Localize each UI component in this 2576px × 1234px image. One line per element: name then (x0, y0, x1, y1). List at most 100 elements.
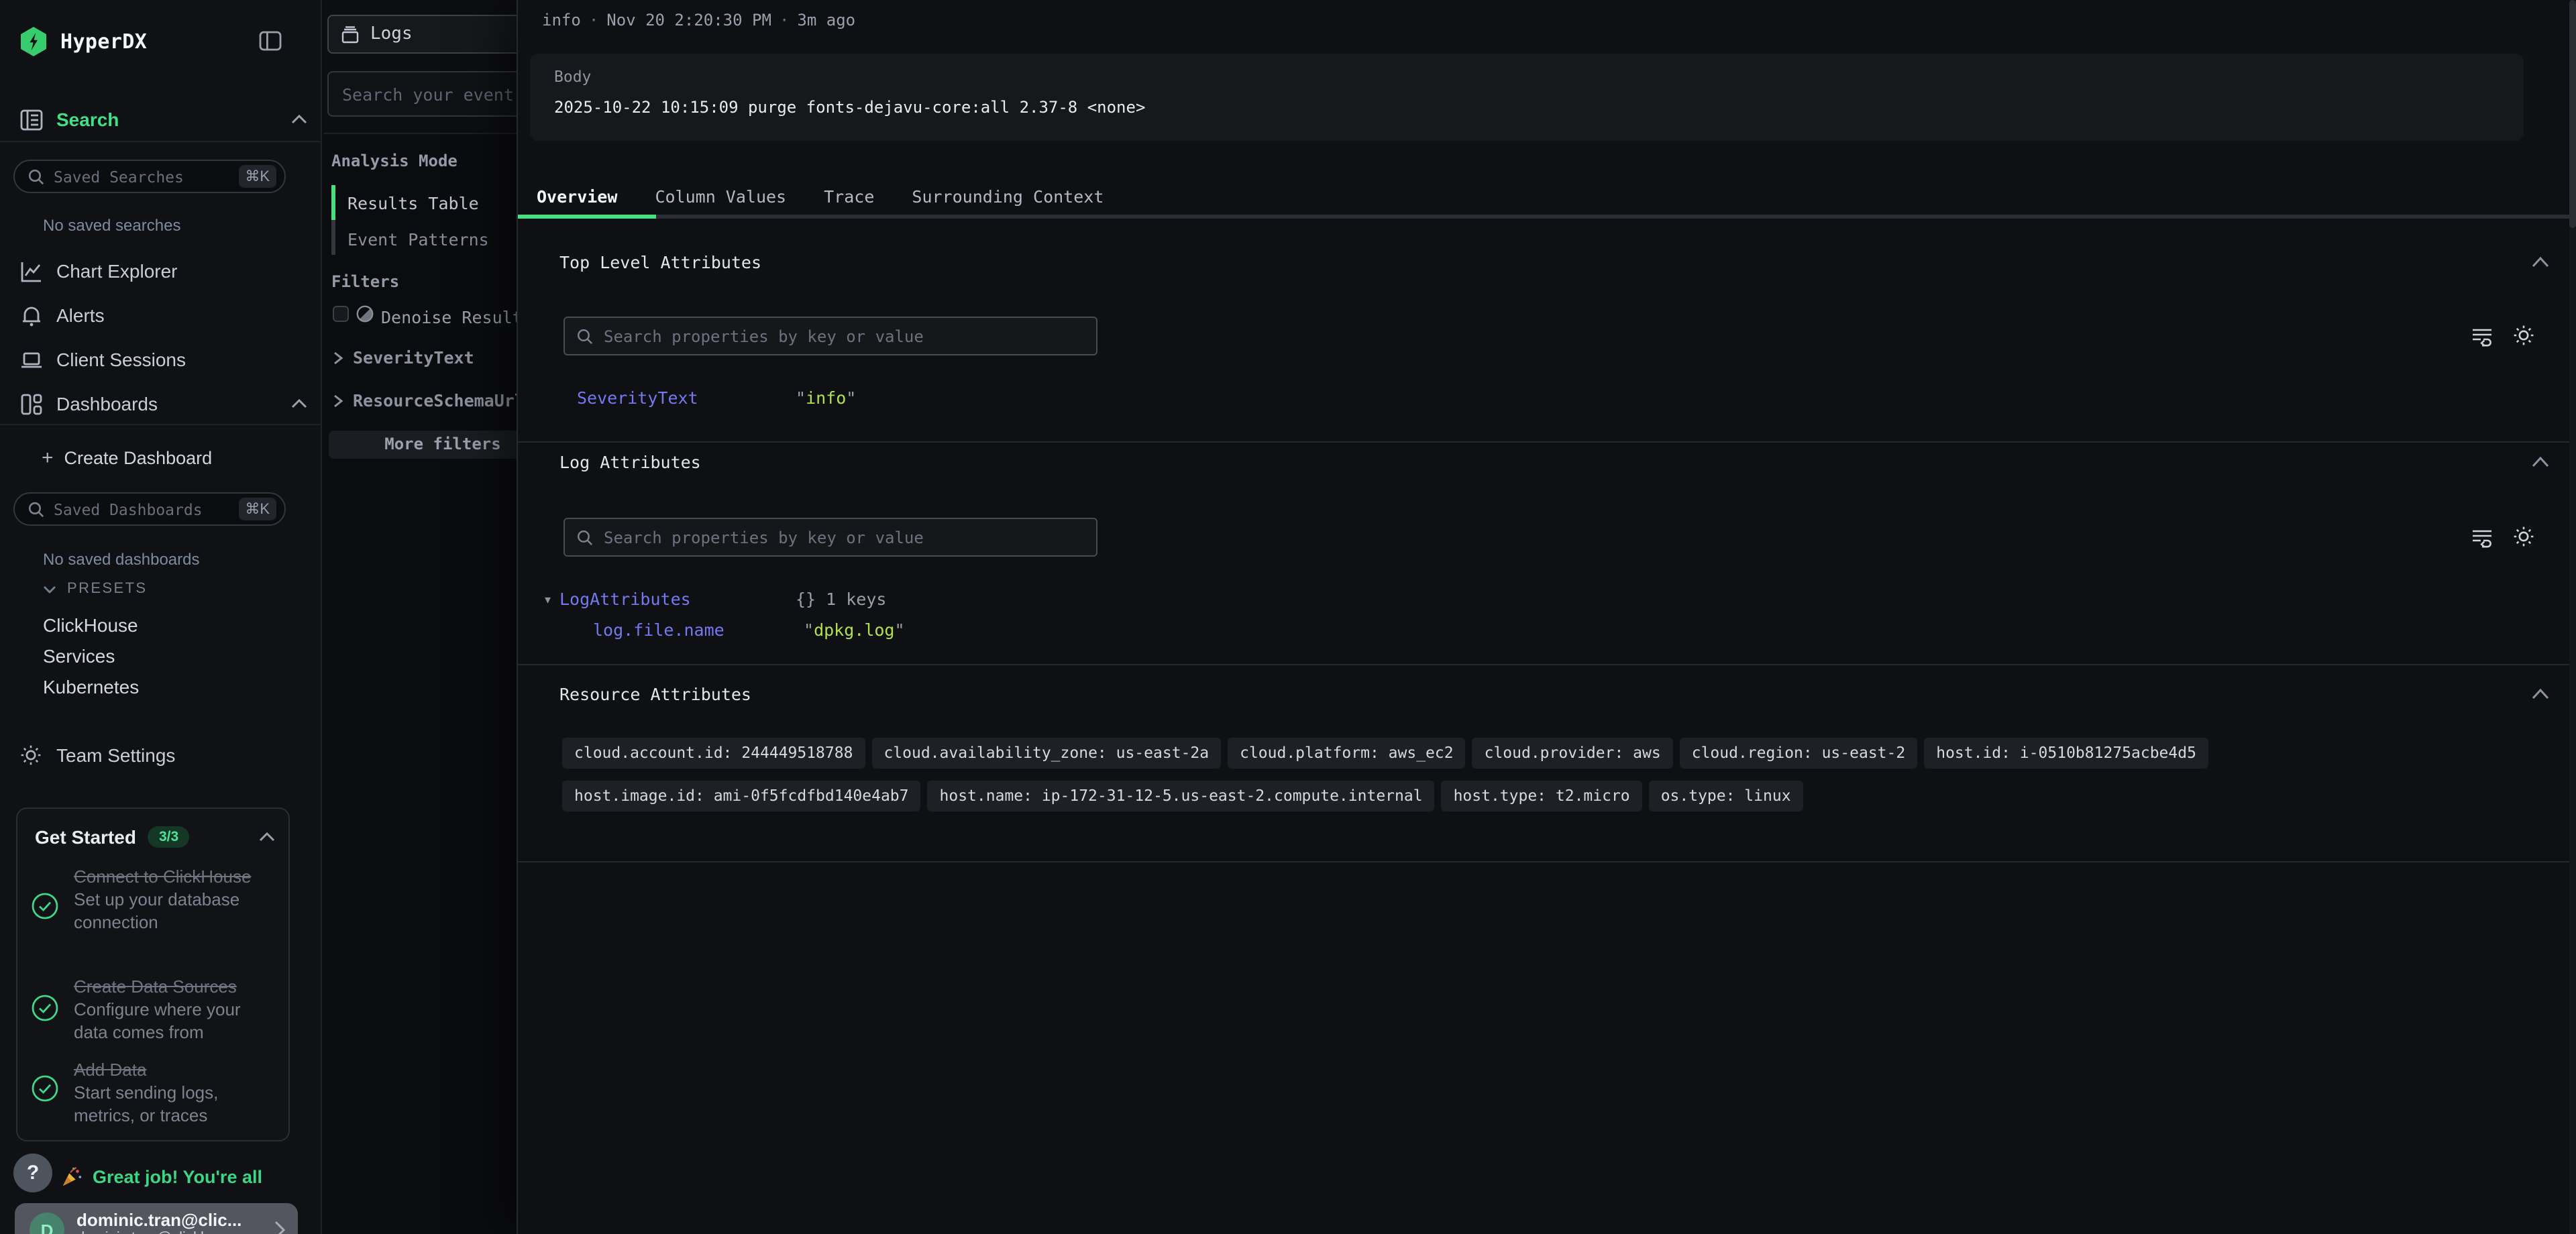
source-select[interactable]: Logs (327, 15, 517, 54)
sidebar: HyperDX Search ⌘K (0, 0, 322, 1234)
resource-chip[interactable]: os.type: linux (1649, 781, 1803, 811)
avatar: D (30, 1213, 64, 1234)
chevron-up-icon[interactable] (2532, 456, 2549, 468)
saved-dashboards-search[interactable]: ⌘K (13, 492, 286, 526)
get-started-item[interactable]: Create Data Sources Configure where your… (31, 975, 280, 1044)
resource-chip[interactable]: host.image.id: ami-0f5fcdfbd140e4ab7 (562, 781, 921, 811)
resource-chip[interactable]: cloud.platform: aws_ec2 (1228, 738, 1466, 769)
search-list-icon (20, 108, 43, 131)
wrap-lines-icon[interactable] (2471, 326, 2493, 347)
filter-group-severitytext[interactable]: SeverityText (333, 347, 474, 368)
mode-results-table[interactable]: Results Table (347, 193, 479, 213)
hyperdx-logo-icon (20, 27, 47, 56)
get-started-title: Get Started (35, 826, 136, 848)
resource-chip[interactable]: host.id: i-0510b81275acbe4d5 (1924, 738, 2208, 769)
laptop-icon (20, 348, 43, 371)
resource-chip[interactable]: host.name: ip-172-31-12-5.us-east-2.comp… (928, 781, 1435, 811)
caret-down-icon[interactable]: ▾ (545, 593, 551, 608)
app-title: HyperDX (60, 30, 147, 54)
gear-icon[interactable] (2513, 526, 2534, 547)
sidebar-item-label: Team Settings (56, 744, 175, 766)
wrap-lines-icon[interactable] (2471, 527, 2493, 549)
user-email: dominic.tran@clickho... (76, 1230, 229, 1234)
chevron-up-icon[interactable] (2532, 688, 2549, 700)
get-started-card: Get Started 3/3 Connect to ClickHouse Se… (16, 807, 290, 1141)
top-level-search-input[interactable] (604, 327, 1084, 345)
sidebar-item-chart-explorer[interactable]: Chart Explorer (20, 258, 307, 284)
gear-icon (20, 744, 43, 767)
user-menu[interactable]: D dominic.tran@clic... dominic.tran@clic… (15, 1203, 298, 1234)
resource-chip[interactable]: host.type: t2.micro (1442, 781, 1642, 811)
check-circle-icon (31, 994, 59, 1022)
create-dashboard-button[interactable]: + Create Dashboard (42, 444, 307, 471)
divider (518, 861, 2576, 862)
chevron-up-icon[interactable] (2532, 256, 2549, 268)
log-attrs-search-box[interactable] (564, 518, 1097, 557)
mode-active-indicator (331, 185, 335, 220)
tab-active-indicator (518, 215, 656, 219)
filter-group-resourceschemaurl[interactable]: ResourceSchemaUrl (333, 390, 517, 410)
dashboards-icon (20, 392, 43, 415)
event-search-input[interactable] (329, 72, 517, 115)
divider (518, 664, 2576, 665)
saved-searches-search[interactable]: ⌘K (13, 160, 286, 193)
event-detail-panel: info·Nov 20 2:20:30 PM·3m ago Body 2025-… (517, 0, 2576, 1234)
log-attrs-search-input[interactable] (604, 528, 1084, 547)
sidebar-item-dashboards[interactable]: Dashboards (20, 390, 307, 417)
resource-chip[interactable]: cloud.region: us-east-2 (1680, 738, 1918, 769)
sidebar-collapse-icon[interactable] (259, 31, 282, 51)
gear-icon[interactable] (2513, 325, 2534, 346)
resource-chip[interactable]: cloud.account.id: 244449518788 (562, 738, 865, 769)
tab-surrounding-context[interactable]: Surrounding Context (893, 186, 1122, 207)
get-started-item-desc: Configure where your data comes from (74, 998, 272, 1044)
preset-clickhouse[interactable]: ClickHouse (43, 614, 138, 636)
top-level-search-box[interactable] (564, 317, 1097, 355)
section-title-top-level: Top Level Attributes (559, 252, 761, 272)
help-button[interactable]: ? (13, 1154, 52, 1192)
denoise-label[interactable]: Denoise Results (381, 307, 517, 327)
sidebar-item-client-sessions[interactable]: Client Sessions (20, 346, 307, 373)
congrats-row: Great job! You're all (60, 1166, 262, 1188)
preset-services[interactable]: Services (43, 645, 115, 667)
resource-chip[interactable]: cloud.provider: aws (1472, 738, 1673, 769)
denoise-checkbox[interactable] (333, 306, 349, 322)
more-filters-button[interactable]: More filters (329, 431, 517, 459)
chevron-down-icon (43, 584, 56, 594)
attr-value[interactable]: "info" (796, 388, 856, 408)
sidebar-item-label: Chart Explorer (56, 260, 178, 282)
analysis-mode-label: Analysis Mode (331, 152, 458, 170)
saved-searches-input[interactable] (54, 167, 238, 186)
detail-tabs: Overview Column Values Trace Surrounding… (518, 178, 2576, 215)
tab-overview[interactable]: Overview (518, 186, 636, 207)
sidebar-item-team-settings[interactable]: Team Settings (20, 742, 307, 769)
tab-column-values[interactable]: Column Values (636, 186, 805, 207)
sidebar-item-search[interactable]: Search (20, 106, 307, 133)
tab-trace[interactable]: Trace (805, 186, 893, 207)
resource-chip[interactable]: cloud.availability_zone: us-east-2a (871, 738, 1221, 769)
search-icon (28, 501, 44, 517)
filter-group-label: ResourceSchemaUrl (353, 390, 517, 410)
attr-key[interactable]: log.file.name (593, 620, 724, 640)
get-started-header[interactable]: Get Started 3/3 (35, 826, 275, 848)
sidebar-item-alerts[interactable]: Alerts (20, 302, 307, 329)
cmd-k-shortcut: ⌘K (238, 498, 276, 520)
presets-toggle[interactable]: PRESETS (43, 581, 148, 597)
attr-key[interactable]: SeverityText (577, 388, 698, 408)
get-started-item[interactable]: Add Data Start sending logs, metrics, or… (31, 1058, 280, 1127)
mode-event-patterns[interactable]: Event Patterns (347, 229, 489, 249)
scrollbar[interactable] (2569, 0, 2576, 1234)
chevron-right-icon (333, 394, 343, 407)
party-popper-icon (60, 1166, 83, 1188)
source-select-value: Logs (370, 24, 413, 44)
saved-dashboards-input[interactable] (54, 500, 238, 518)
event-search-box[interactable] (327, 71, 517, 117)
sidebar-item-label: Alerts (56, 304, 105, 326)
attr-tree-root[interactable]: LogAttributes (559, 589, 691, 609)
preset-kubernetes[interactable]: Kubernetes (43, 676, 139, 697)
get-started-item-title: Connect to ClickHouse (74, 865, 272, 888)
check-circle-icon (31, 892, 59, 920)
attr-tree-meta: {} 1 keys (796, 589, 886, 609)
scrollbar-thumb[interactable] (2569, 0, 2576, 228)
get-started-item[interactable]: Connect to ClickHouse Set up your databa… (31, 865, 280, 934)
attr-value[interactable]: "dpkg.log" (804, 620, 905, 640)
